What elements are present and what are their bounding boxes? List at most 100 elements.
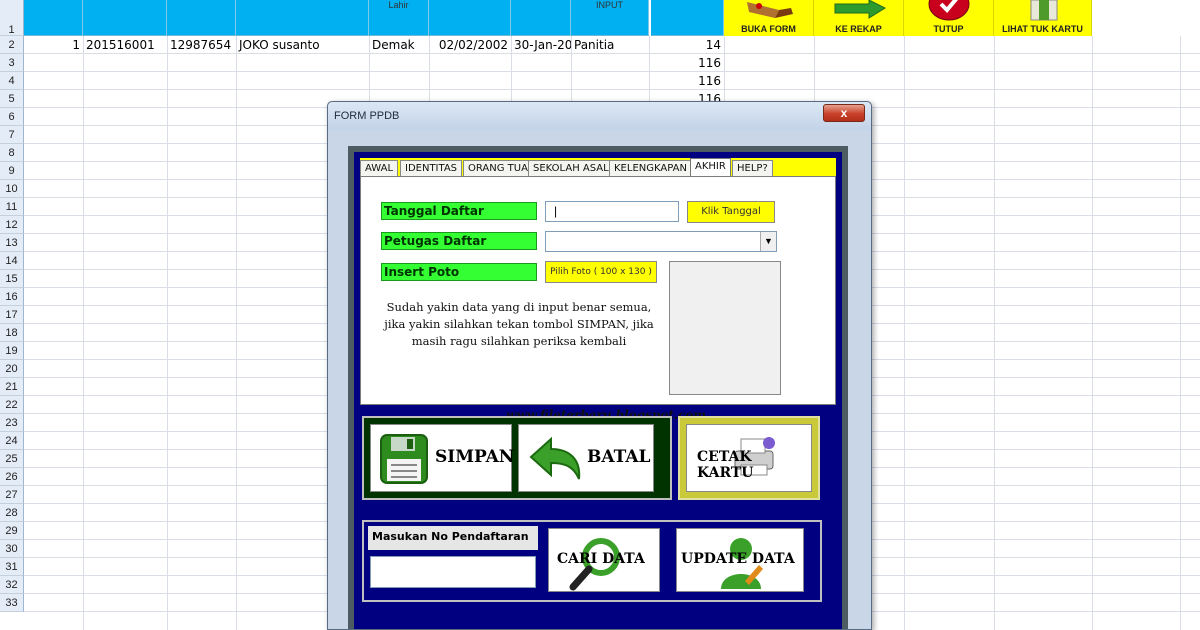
row-header[interactable]: 33	[0, 594, 24, 612]
petugas-daftar-select[interactable]: ▼	[545, 231, 777, 252]
tanggal-daftar-input[interactable]: |	[545, 201, 679, 222]
update-data-label: UPDATE DATA	[681, 551, 795, 567]
pilih-foto-button[interactable]: Pilih Foto ( 100 x 130 )	[545, 261, 657, 283]
cari-data-button[interactable]: CARI DATA	[548, 528, 660, 592]
update-data-button[interactable]: UPDATE DATA	[676, 528, 804, 592]
row-header[interactable]: 19	[0, 342, 24, 360]
row-header[interactable]: 31	[0, 558, 24, 576]
close-button[interactable]: x	[823, 104, 865, 122]
tab-kelengkapan[interactable]: KELENGKAPAN	[609, 160, 692, 176]
cell-i3[interactable]: 116	[651, 54, 724, 72]
row-header[interactable]: 7	[0, 126, 24, 144]
cell-b2[interactable]: 201516001	[83, 36, 167, 54]
cell-e2[interactable]: Demak	[369, 36, 429, 54]
row-header[interactable]: 16	[0, 288, 24, 306]
tab-label: IDENTITAS	[405, 163, 458, 174]
batal-button[interactable]: BATAL	[518, 424, 654, 492]
tab-orang-tua[interactable]: ORANG TUA	[463, 160, 533, 176]
header-cell-h[interactable]: INPUT	[571, 0, 649, 36]
row-header[interactable]: 23	[0, 414, 24, 432]
close-icon: x	[840, 106, 848, 120]
tab-label: AWAL	[365, 163, 394, 174]
tab-sekolah-asal[interactable]: SEKOLAH ASAL	[528, 160, 614, 176]
message-line: masih ragu silahkan periksa kembali	[411, 334, 627, 348]
header-cell-b[interactable]	[83, 0, 167, 36]
cell-h2[interactable]: Panitia	[571, 36, 649, 54]
header-cell-a[interactable]	[24, 0, 83, 36]
row-header[interactable]: 13	[0, 234, 24, 252]
row-header[interactable]: 22	[0, 396, 24, 414]
row-header[interactable]: 18	[0, 324, 24, 342]
form-outer-frame: AWAL IDENTITAS ORANG TUA SEKOLAH ASAL KE…	[348, 146, 848, 629]
title-bar[interactable]: FORM PPDB x	[328, 102, 871, 130]
klik-tanggal-button[interactable]: Klik Tanggal	[687, 201, 775, 223]
header-cell-g[interactable]	[511, 0, 571, 36]
row-header[interactable]: 9	[0, 162, 24, 180]
row-header[interactable]: 3	[0, 54, 24, 72]
stop-sign-icon	[928, 0, 969, 21]
window-title: FORM PPDB	[334, 110, 400, 122]
row-header[interactable]: 25	[0, 450, 24, 468]
tab-help[interactable]: HELP?	[732, 160, 773, 176]
row-header[interactable]: 32	[0, 576, 24, 594]
tab-label: HELP?	[737, 163, 768, 174]
tutup-label: TUTUP	[933, 24, 964, 34]
row-header[interactable]: 12	[0, 216, 24, 234]
simpan-button[interactable]: SIMPAN	[370, 424, 515, 492]
insert-poto-label: Insert Poto	[381, 263, 537, 281]
simpan-batal-group: SIMPAN BATAL	[362, 416, 672, 500]
row-header[interactable]: 11	[0, 198, 24, 216]
row-header[interactable]: 6	[0, 108, 24, 126]
ke-rekap-button[interactable]: KE REKAP	[814, 0, 904, 36]
row-header[interactable]: 5	[0, 90, 24, 108]
tutup-button[interactable]: TUTUP	[904, 0, 994, 36]
cell-g2[interactable]: 30-Jan-20	[511, 36, 571, 54]
row-header[interactable]: 10	[0, 180, 24, 198]
document-icon	[1030, 0, 1057, 21]
row-header[interactable]: 2	[0, 36, 24, 54]
no-pendaftaran-label: Masukan No Pendaftaran	[368, 526, 538, 550]
tab-identitas[interactable]: IDENTITAS	[400, 160, 463, 176]
row-header[interactable]: 17	[0, 306, 24, 324]
chevron-down-icon[interactable]: ▼	[760, 232, 776, 251]
row-header[interactable]: 24	[0, 432, 24, 450]
cetak-kartu-label: CETAK KARTU	[697, 449, 754, 481]
simpan-label: SIMPAN	[435, 447, 515, 467]
row-header[interactable]: 29	[0, 522, 24, 540]
buka-form-button[interactable]: BUKA FORM	[724, 0, 814, 36]
cari-data-label: CARI DATA	[557, 551, 645, 567]
cell-i4[interactable]: 116	[651, 72, 724, 90]
cell-f2[interactable]: 02/02/2002	[429, 36, 511, 54]
row-header[interactable]: 15	[0, 270, 24, 288]
lihat-tuk-kartu-button[interactable]: LIHAT TUK KARTU	[994, 0, 1092, 36]
header-cell-e[interactable]: Lahir	[369, 0, 429, 36]
tab-page-akhir: Tanggal Daftar | Klik Tanggal Petugas Da…	[360, 176, 836, 405]
row-header[interactable]: 4	[0, 72, 24, 90]
cetak-kartu-button[interactable]: CETAK KARTU	[686, 424, 812, 492]
row-header[interactable]: 26	[0, 468, 24, 486]
tab-label: SEKOLAH ASAL	[533, 163, 609, 174]
row-header[interactable]: 20	[0, 360, 24, 378]
arrow-right-icon	[834, 0, 886, 19]
header-cell-c[interactable]	[167, 0, 236, 36]
header-cell-i[interactable]	[651, 0, 724, 36]
row-header[interactable]: 30	[0, 540, 24, 558]
row-header[interactable]: 1	[0, 0, 24, 36]
row-header[interactable]: 8	[0, 144, 24, 162]
row-header[interactable]: 28	[0, 504, 24, 522]
row-header[interactable]: 14	[0, 252, 24, 270]
cell-c2[interactable]: 12987654	[167, 36, 236, 54]
ke-rekap-label: KE REKAP	[835, 24, 882, 34]
row-header[interactable]: 27	[0, 486, 24, 504]
header-cell-d[interactable]	[236, 0, 369, 36]
tab-akhir[interactable]: AKHIR	[690, 158, 731, 176]
paint-brush-icon	[746, 2, 793, 18]
tab-awal[interactable]: AWAL	[360, 160, 399, 176]
cell-i2[interactable]: 14	[651, 36, 724, 54]
no-pendaftaran-input[interactable]	[370, 556, 536, 588]
header-cell-f[interactable]	[429, 0, 511, 36]
cell-a2[interactable]: 1	[24, 36, 83, 54]
cetak-kartu-group: CETAK KARTU	[678, 416, 820, 500]
cell-d2[interactable]: JOKO susanto	[236, 36, 369, 54]
row-header[interactable]: 21	[0, 378, 24, 396]
